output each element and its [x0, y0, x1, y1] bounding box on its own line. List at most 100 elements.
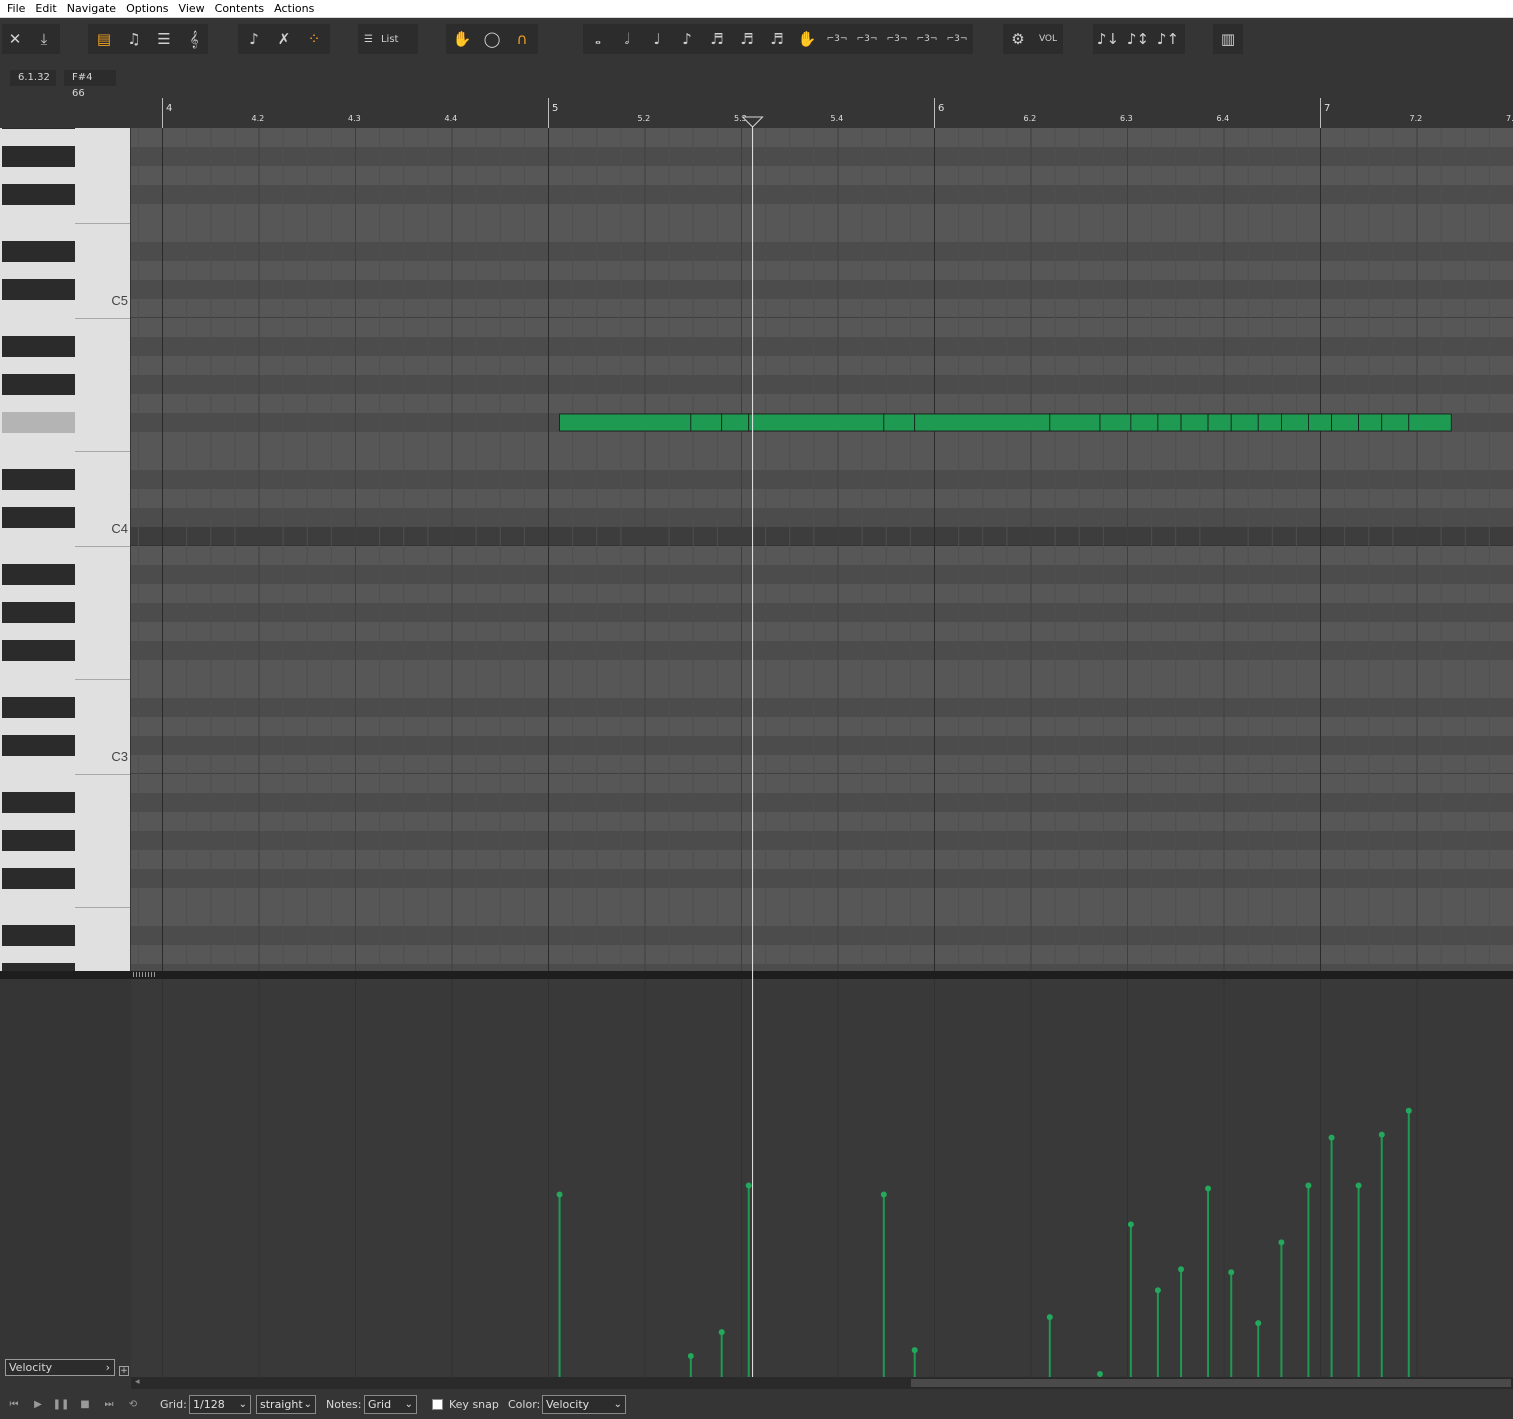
pause-icon[interactable]: ❚❚ — [52, 1397, 70, 1412]
velocity-handle[interactable] — [880, 1191, 887, 1198]
splitter-grip[interactable] — [133, 972, 156, 977]
close-icon[interactable]: ✕ — [1, 24, 29, 54]
triplet-2-icon[interactable]: ⌐3¬ — [853, 24, 881, 54]
velocity-handle[interactable] — [718, 1329, 725, 1336]
menu-contents[interactable]: Contents — [210, 0, 269, 18]
velocity-handle[interactable] — [556, 1191, 563, 1198]
midi-note[interactable] — [1180, 413, 1209, 432]
color-select[interactable]: Velocity ⌄ — [542, 1395, 626, 1414]
velocity-handle[interactable] — [1305, 1182, 1312, 1189]
eighth-note-icon[interactable]: ♪ — [673, 24, 701, 54]
midi-note[interactable] — [721, 413, 750, 432]
piano-black-key[interactable] — [2, 128, 75, 129]
scrollbar-thumb[interactable] — [911, 1379, 1511, 1387]
controller-lane-select[interactable]: Velocity › — [5, 1359, 115, 1376]
volume-curve-icon[interactable]: VOL — [1034, 24, 1062, 54]
velocity-handle[interactable] — [911, 1347, 918, 1354]
triplet-1-icon[interactable]: ⌐3¬ — [823, 24, 851, 54]
triplet-3-icon[interactable]: ⌐3¬ — [883, 24, 911, 54]
piano-key-highlighted[interactable] — [2, 412, 75, 433]
piano-roll-view-icon[interactable]: ▤ — [90, 24, 118, 54]
piano-black-key[interactable] — [2, 697, 75, 718]
loop-icon[interactable]: ⟲ — [124, 1397, 142, 1412]
event-list-view-icon[interactable]: ☰ — [150, 24, 178, 54]
midi-note[interactable] — [1281, 413, 1309, 432]
whole-note-icon[interactable]: 𝅝 — [584, 24, 612, 54]
midi-note[interactable] — [1331, 413, 1359, 432]
piano-black-key[interactable] — [2, 241, 75, 262]
note-grid[interactable] — [131, 128, 1513, 971]
midi-note[interactable] — [883, 413, 916, 432]
horizontal-scrollbar[interactable]: ◂ — [131, 1377, 1513, 1389]
transpose-icon[interactable]: ♪↕ — [1124, 24, 1152, 54]
piano-black-key[interactable] — [2, 507, 75, 528]
velocity-handle[interactable] — [1205, 1185, 1212, 1192]
magnet-snap-icon[interactable]: ∩ — [508, 24, 536, 54]
velocity-handle[interactable] — [1405, 1107, 1412, 1114]
grid-mode-select[interactable]: straight ⌄ — [256, 1395, 316, 1414]
velocity-handle[interactable] — [1178, 1266, 1185, 1273]
midi-note[interactable] — [1381, 413, 1410, 432]
list-button[interactable]: ☰ List — [360, 24, 416, 54]
velocity-handle[interactable] — [687, 1353, 694, 1360]
keyboard-icon[interactable]: ▥ — [1214, 24, 1242, 54]
select-notes-icon[interactable]: ⁘ — [300, 24, 328, 54]
velocity-handle[interactable] — [1154, 1287, 1161, 1294]
timeline-ruler[interactable]: 4 5 6 7 4.2 4.3 4.4 5.2 5.3 5.4 6.2 6.3 6.4 7.2 7.3 — [131, 98, 1513, 128]
piano-black-key[interactable] — [2, 830, 75, 851]
draw-note-icon[interactable]: ♪ — [240, 24, 268, 54]
key-snap-checkbox[interactable] — [432, 1399, 443, 1410]
menu-file[interactable]: File — [2, 0, 30, 18]
erase-note-icon[interactable]: ✗ — [270, 24, 298, 54]
loop-mode-icon[interactable]: ◯ — [478, 24, 506, 54]
notation-view-icon[interactable]: 𝄞 — [180, 24, 208, 54]
piano-black-key[interactable] — [2, 184, 75, 205]
octave-down-icon[interactable]: ♪↓ — [1094, 24, 1122, 54]
velocity-handle[interactable] — [1228, 1269, 1235, 1276]
midi-note[interactable] — [559, 413, 692, 432]
piano-black-key[interactable] — [2, 336, 75, 357]
triplet-4-icon[interactable]: ⌐3¬ — [913, 24, 941, 54]
sixty-fourth-note-icon[interactable]: ♬ — [763, 24, 791, 54]
velocity-handle[interactable] — [1328, 1134, 1335, 1141]
play-icon[interactable]: ▶ — [29, 1397, 47, 1412]
midi-note[interactable] — [1157, 413, 1182, 432]
piano-black-key[interactable] — [2, 640, 75, 661]
chord-mode-icon[interactable]: ✋ — [448, 24, 476, 54]
menu-actions[interactable]: Actions — [269, 0, 319, 18]
go-to-end-icon[interactable]: ⏭ — [100, 1397, 118, 1412]
lane-splitter[interactable] — [0, 971, 1513, 979]
velocity-lane[interactable] — [131, 979, 1513, 1377]
quarter-note-icon[interactable]: ♩ — [643, 24, 671, 54]
midi-note[interactable] — [1308, 413, 1332, 432]
half-note-icon[interactable]: 𝅗𝅥 — [613, 24, 641, 54]
velocity-handle[interactable] — [1278, 1239, 1285, 1246]
piano-black-key[interactable] — [2, 279, 75, 300]
piano-keyboard[interactable]: C5 C4 C3 — [0, 128, 130, 971]
piano-black-key[interactable] — [2, 735, 75, 756]
midi-note[interactable] — [1358, 413, 1383, 432]
menu-navigate[interactable]: Navigate — [62, 0, 121, 18]
velocity-handle[interactable] — [1355, 1182, 1362, 1189]
octave-up-icon[interactable]: ♪↑ — [1154, 24, 1182, 54]
velocity-handle[interactable] — [745, 1182, 752, 1189]
velocity-lane-canvas[interactable] — [131, 979, 1513, 1377]
midi-note[interactable] — [1099, 413, 1132, 432]
notes-select[interactable]: Grid ⌄ — [364, 1395, 417, 1414]
midi-note[interactable] — [1230, 413, 1259, 432]
velocity-handle[interactable] — [1378, 1131, 1385, 1138]
menu-edit[interactable]: Edit — [30, 0, 61, 18]
sixteenth-note-icon[interactable]: ♬ — [703, 24, 731, 54]
midi-note[interactable] — [1130, 413, 1159, 432]
velocity-handle[interactable] — [1127, 1221, 1134, 1228]
midi-note[interactable] — [1049, 413, 1101, 432]
go-to-start-icon[interactable]: ⏮ — [5, 1397, 23, 1412]
piano-black-key[interactable] — [2, 868, 75, 889]
thirty-second-note-icon[interactable]: ♬ — [733, 24, 761, 54]
midi-note[interactable] — [1257, 413, 1282, 432]
menu-view[interactable]: View — [174, 0, 210, 18]
triplet-5-icon[interactable]: ⌐3¬ — [943, 24, 971, 54]
drum-view-icon[interactable]: ♫ — [120, 24, 148, 54]
piano-black-key[interactable] — [2, 564, 75, 585]
scroll-left-icon[interactable]: ◂ — [135, 1377, 140, 1387]
